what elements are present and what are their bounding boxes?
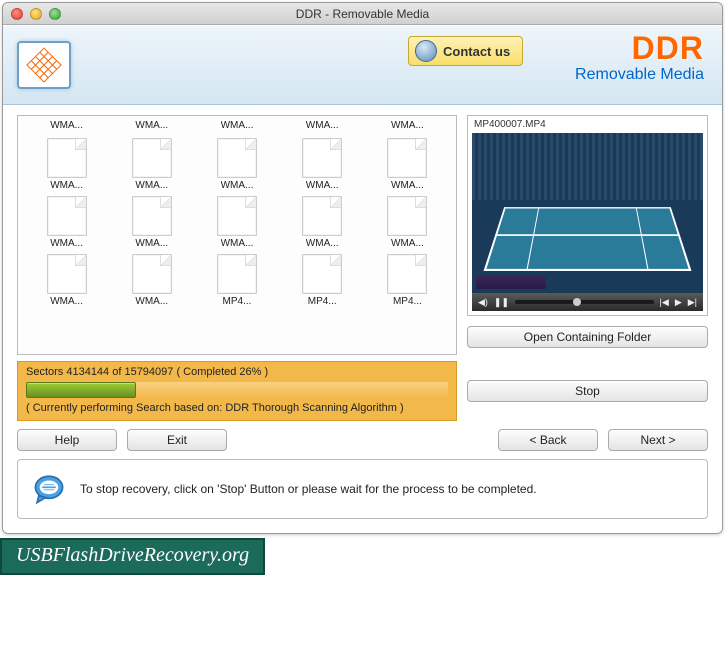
file-label: WMA... <box>221 238 254 249</box>
file-item[interactable]: WMA... <box>26 122 107 134</box>
file-icon <box>217 254 257 294</box>
sectors-text: Sectors 4134144 of 15794097 ( Completed … <box>26 366 448 378</box>
file-label: WMA... <box>306 238 339 249</box>
content-area: WMA... WMA... WMA... WMA... WMA... WMA... WMA… <box>3 105 722 533</box>
file-item[interactable]: WMA... <box>196 138 277 194</box>
file-icon <box>132 254 172 294</box>
volume-icon[interactable]: ◀) <box>478 297 488 308</box>
seek-bar[interactable] <box>515 300 654 304</box>
file-label: WMA... <box>135 180 168 191</box>
contact-us-button[interactable]: Contact us <box>408 36 523 66</box>
progress-bar-fill <box>26 382 136 398</box>
file-icon <box>387 196 427 236</box>
file-label: WMA... <box>50 238 83 249</box>
file-item[interactable]: MP4... <box>282 254 363 310</box>
file-label: WMA... <box>391 120 424 131</box>
file-icon <box>302 138 342 178</box>
file-item[interactable]: WMA... <box>111 122 192 134</box>
traffic-lights <box>11 8 61 20</box>
preview-thumbnail <box>472 133 703 293</box>
file-icon <box>387 138 427 178</box>
file-item[interactable]: WMA... <box>111 138 192 194</box>
file-item[interactable]: WMA... <box>282 196 363 252</box>
file-item[interactable]: MP4... <box>196 254 277 310</box>
brand-title: DDR <box>575 32 704 64</box>
progress-panel: Sectors 4134144 of 15794097 ( Completed … <box>17 361 457 421</box>
brand-block: DDR Removable Media <box>575 32 704 84</box>
next-button[interactable]: Next > <box>608 429 708 451</box>
button-row: Help Exit < Back Next > <box>17 429 708 451</box>
exit-button[interactable]: Exit <box>127 429 227 451</box>
contact-avatar-icon <box>415 40 437 62</box>
file-label: WMA... <box>135 238 168 249</box>
file-label: WMA... <box>391 238 424 249</box>
app-logo-icon <box>17 41 71 89</box>
file-label: WMA... <box>50 296 83 307</box>
preview-panel: MP400007.MP4 ◀) ❚❚ |◀ ▶ ▶| <box>467 115 708 355</box>
zoom-icon[interactable] <box>49 8 61 20</box>
file-item[interactable]: MP4... <box>367 254 448 310</box>
minimize-icon[interactable] <box>30 8 42 20</box>
file-icon <box>132 196 172 236</box>
file-item[interactable]: WMA... <box>26 254 107 310</box>
file-item[interactable]: WMA... <box>367 122 448 134</box>
file-item[interactable]: WMA... <box>196 196 277 252</box>
file-label: WMA... <box>50 120 83 131</box>
file-item[interactable]: WMA... <box>26 196 107 252</box>
file-icon <box>387 254 427 294</box>
file-label: WMA... <box>221 180 254 191</box>
help-button[interactable]: Help <box>17 429 117 451</box>
file-label: WMA... <box>50 180 83 191</box>
file-icon <box>217 138 257 178</box>
footer-site-badge: USBFlashDriveRecovery.org <box>0 538 265 575</box>
titlebar: DDR - Removable Media <box>3 3 722 25</box>
file-item[interactable]: WMA... <box>282 122 363 134</box>
file-icon <box>132 138 172 178</box>
file-icon <box>47 138 87 178</box>
media-controls: ◀) ❚❚ |◀ ▶ ▶| <box>472 293 703 311</box>
file-label: WMA... <box>306 180 339 191</box>
file-item[interactable]: WMA... <box>26 138 107 194</box>
preview-filename: MP400007.MP4 <box>472 118 703 133</box>
file-icon <box>217 196 257 236</box>
file-item[interactable]: WMA... <box>196 122 277 134</box>
preview-box: MP400007.MP4 ◀) ❚❚ |◀ ▶ ▶| <box>467 115 708 316</box>
stop-button[interactable]: Stop <box>467 380 708 402</box>
next-icon[interactable]: ▶| <box>688 297 697 308</box>
pause-icon[interactable]: ❚❚ <box>494 297 509 308</box>
file-item[interactable]: WMA... <box>111 196 192 252</box>
file-item[interactable]: WMA... <box>111 254 192 310</box>
brand-subtitle: Removable Media <box>575 66 704 84</box>
file-icon <box>47 254 87 294</box>
file-item[interactable]: WMA... <box>367 196 448 252</box>
close-icon[interactable] <box>11 8 23 20</box>
file-label: WMA... <box>135 296 168 307</box>
header-banner: Contact us DDR Removable Media <box>3 25 722 105</box>
file-item[interactable]: WMA... <box>367 138 448 194</box>
file-label: WMA... <box>221 120 254 131</box>
info-icon <box>32 472 66 506</box>
info-message: To stop recovery, click on 'Stop' Button… <box>80 482 537 496</box>
file-list-panel[interactable]: WMA... WMA... WMA... WMA... WMA... WMA... WMA… <box>17 115 457 355</box>
file-label: MP4... <box>308 296 337 307</box>
file-label: MP4... <box>393 296 422 307</box>
contact-label: Contact us <box>443 44 510 59</box>
app-window: DDR - Removable Media Contact us DDR Rem… <box>2 2 723 534</box>
file-icon <box>302 254 342 294</box>
file-icon <box>47 196 87 236</box>
prev-icon[interactable]: |◀ <box>660 297 669 308</box>
file-label: WMA... <box>391 180 424 191</box>
algorithm-text: ( Currently performing Search based on: … <box>26 402 448 414</box>
file-label: WMA... <box>135 120 168 131</box>
file-label: MP4... <box>223 296 252 307</box>
play-icon[interactable]: ▶ <box>675 297 682 308</box>
open-containing-folder-button[interactable]: Open Containing Folder <box>467 326 708 348</box>
file-icon <box>302 196 342 236</box>
progress-bar-track <box>26 382 448 398</box>
window-title: DDR - Removable Media <box>3 7 722 21</box>
file-item[interactable]: WMA... <box>282 138 363 194</box>
info-box: To stop recovery, click on 'Stop' Button… <box>17 459 708 519</box>
back-button[interactable]: < Back <box>498 429 598 451</box>
file-label: WMA... <box>306 120 339 131</box>
